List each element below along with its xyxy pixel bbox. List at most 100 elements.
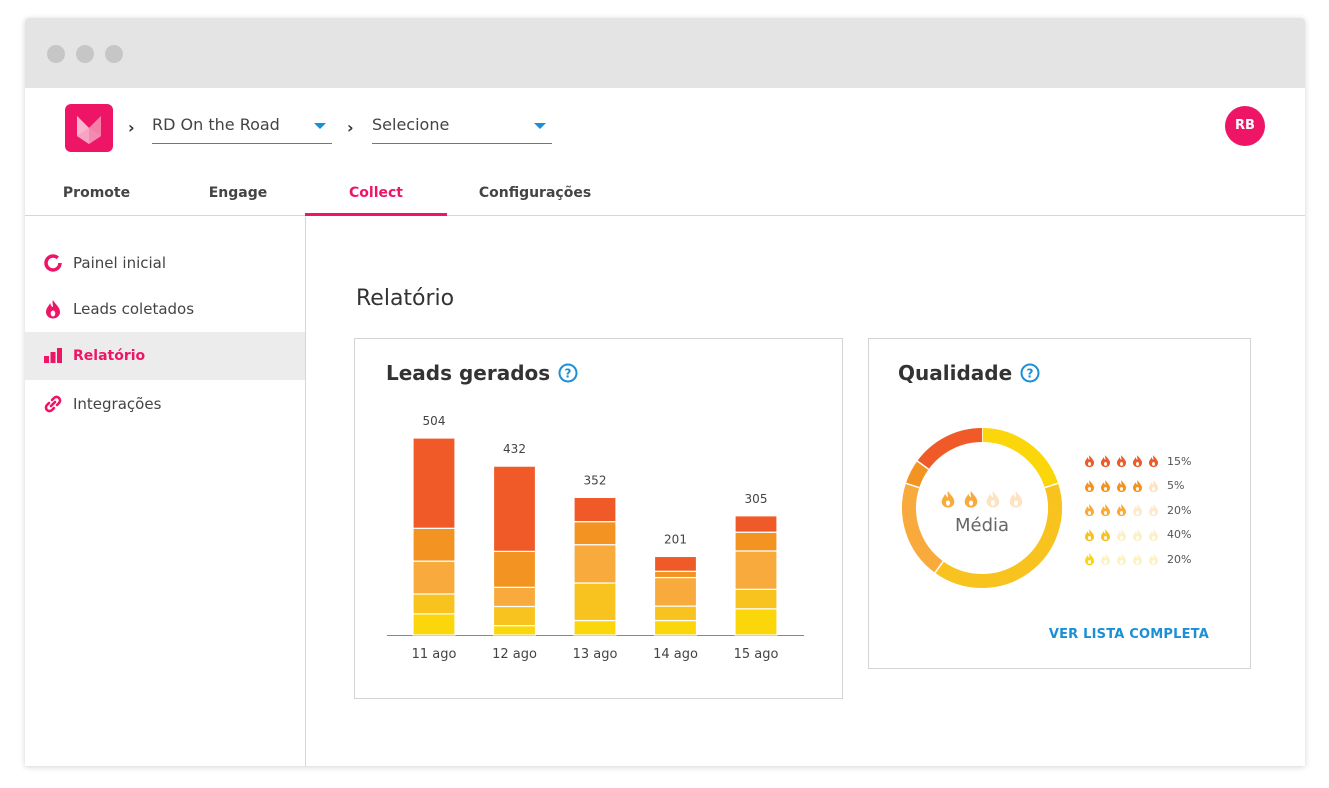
top-navigation: › RD On the Road › Selecione RB Promote …: [25, 88, 1305, 216]
quality-card-title-text: Qualidade: [898, 361, 1013, 385]
bar-segment-11-ago-level5[interactable]: [412, 437, 456, 529]
user-avatar[interactable]: RB: [1225, 106, 1265, 146]
bar-total-label: 201: [664, 532, 687, 546]
flame-icon: [1131, 454, 1144, 468]
bar-segment-11-ago-level2[interactable]: [412, 593, 456, 615]
bar-segment-15-ago-level1[interactable]: [734, 608, 778, 636]
svg-text:?: ?: [1027, 367, 1034, 381]
tab-configuracoes[interactable]: Configurações: [465, 176, 605, 216]
x-tick-label: 12 ago: [492, 647, 537, 662]
center-rating: [939, 489, 1025, 513]
donut-slice-1-flames[interactable]: [981, 428, 1059, 488]
window-close-button[interactable]: [47, 45, 65, 63]
caret-down-icon: [534, 123, 546, 129]
bar-segment-15-ago-level4[interactable]: [734, 531, 778, 552]
flame-icon: [1083, 479, 1096, 493]
bar-segment-14-ago-level5[interactable]: [653, 555, 698, 572]
sidebar-item-label: Painel inicial: [73, 254, 167, 272]
flame-icon: [1147, 528, 1160, 542]
bar-segment-12-ago-level3[interactable]: [492, 586, 537, 608]
app-window: › RD On the Road › Selecione RB Promote …: [25, 18, 1305, 766]
account-select[interactable]: RD On the Road: [152, 108, 332, 144]
bar-segment-12-ago-level4[interactable]: [492, 550, 537, 588]
bar-segment-13-ago-level4[interactable]: [573, 521, 617, 546]
sidebar-item-relatorio[interactable]: Relatório: [25, 332, 305, 380]
chevron-right-icon: ›: [128, 118, 135, 137]
account-select-value: RD On the Road: [152, 115, 280, 134]
flame-icon: [43, 299, 63, 319]
legend-percent: 20%: [1167, 503, 1192, 517]
window-minimize-button[interactable]: [76, 45, 94, 63]
view-full-list-link[interactable]: VER LISTA COMPLETA: [1049, 627, 1209, 642]
bar-total-label: 352: [584, 473, 607, 487]
bar-segment-15-ago-level3[interactable]: [734, 550, 778, 590]
bar-segment-12-ago-level5[interactable]: [492, 465, 537, 552]
title-bar: [25, 18, 1305, 88]
bar-chart-icon: [43, 346, 63, 366]
flame-icon: [1115, 479, 1128, 493]
help-circle-icon[interactable]: ?: [1020, 363, 1040, 383]
bar-segment-13-ago-level1[interactable]: [573, 619, 617, 636]
flame-icon: [1115, 503, 1128, 517]
legend-percent: 15%: [1167, 454, 1192, 468]
sidebar-item-integracoes[interactable]: Integrações: [25, 380, 305, 428]
flame-icon: [1099, 528, 1112, 542]
bar-total-label: 432: [503, 442, 526, 456]
bar-segment-11-ago-level4[interactable]: [412, 527, 456, 562]
bar-segment-11-ago-level3[interactable]: [412, 560, 456, 595]
bar-segment-14-ago-level1[interactable]: [653, 619, 698, 636]
legend-percent: 5%: [1167, 479, 1185, 492]
caret-down-icon: [314, 123, 326, 129]
bar-total-label: 504: [423, 414, 446, 428]
bar-segment-15-ago-level5[interactable]: [734, 515, 778, 533]
legend-row-5-flames: 15%: [1083, 451, 1191, 471]
flame-icon: [984, 489, 1002, 513]
flame-icon: [1147, 454, 1160, 468]
link-icon: [43, 394, 63, 414]
flame-icon: [962, 489, 980, 513]
bar-segment-14-ago-level4[interactable]: [653, 570, 698, 579]
bar-segment-11-ago-level1[interactable]: [412, 613, 456, 636]
flame-icon: [1083, 503, 1096, 517]
leads-bar-chart: 504 11 ago 432 12 ago 352 13 ago 201 14 ago 305 1…: [387, 414, 804, 662]
flame-icon: [1131, 552, 1144, 566]
bar-segment-15-ago-level2[interactable]: [734, 588, 778, 610]
sidebar-item-painel-inicial[interactable]: Painel inicial: [25, 239, 305, 287]
donut-slice-5-flames[interactable]: [917, 428, 983, 470]
sidebar-item-leads-coletados[interactable]: Leads coletados: [25, 285, 305, 333]
flame-icon: [1131, 528, 1144, 542]
bar-segment-13-ago-level3[interactable]: [573, 544, 617, 584]
legend-percent: 20%: [1167, 552, 1192, 566]
legend-percent: 40%: [1167, 528, 1192, 541]
flame-icon: [1099, 454, 1112, 468]
flame-icon: [1099, 479, 1112, 493]
x-tick-label: 15 ago: [734, 647, 779, 662]
bar-segment-12-ago-level2[interactable]: [492, 605, 537, 627]
flame-icon: [1083, 552, 1096, 566]
bar-segment-14-ago-level3[interactable]: [653, 576, 698, 607]
fox-logo-icon[interactable]: [65, 104, 113, 152]
quality-card: Qualidade ? Média 15% 5% 20% 40% 20% VER LIS…: [868, 338, 1251, 669]
flame-icon: [1007, 489, 1025, 513]
window-maximize-button[interactable]: [105, 45, 123, 63]
tab-promote[interactable]: Promote: [45, 176, 148, 216]
flame-icon: [1115, 552, 1128, 566]
tab-collect[interactable]: Collect: [305, 176, 447, 216]
legend-row-4-flames: 5%: [1083, 476, 1184, 496]
bar-segment-14-ago-level2[interactable]: [653, 605, 698, 622]
sidebar: Painel inicial Leads coletados Relatório…: [25, 217, 306, 766]
flame-icon: [1147, 552, 1160, 566]
tab-engage[interactable]: Engage: [185, 176, 291, 216]
flame-icon: [1147, 479, 1160, 493]
project-select[interactable]: Selecione: [372, 108, 552, 144]
bar-segment-13-ago-level2[interactable]: [573, 582, 617, 622]
bar-segment-12-ago-level1[interactable]: [492, 625, 537, 636]
legend-row-3-flames: 20%: [1083, 500, 1191, 520]
bar-segment-13-ago-level5[interactable]: [573, 496, 617, 523]
donut-slice-4-flames[interactable]: [905, 460, 929, 488]
project-select-value: Selecione: [372, 115, 450, 134]
sidebar-item-label: Integrações: [73, 395, 162, 413]
sidebar-item-label: Relatório: [73, 348, 146, 364]
quality-card-title: Qualidade ?: [898, 361, 1040, 385]
flame-icon: [1147, 503, 1160, 517]
